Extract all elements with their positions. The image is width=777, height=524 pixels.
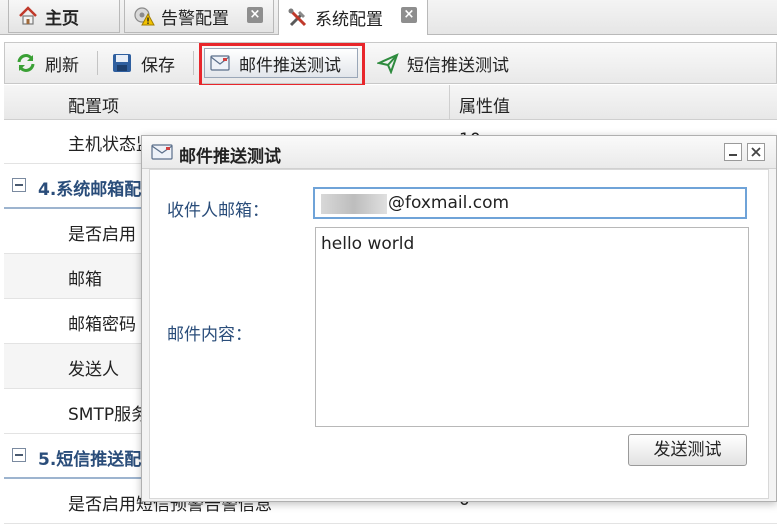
refresh-label: 刷新 [45, 55, 79, 76]
home-icon [17, 5, 39, 27]
toolbar: 刷新 保存 短信推送测试 [4, 42, 777, 84]
tab-bar: 主页 告警配置 × 系统配置 × [0, 0, 777, 35]
refresh-icon [17, 54, 35, 72]
refresh-button[interactable]: 刷新 [15, 49, 79, 77]
row-label: 邮箱 [68, 270, 102, 290]
mail-test-button[interactable]: 邮件推送测试 [204, 48, 358, 78]
row-label: 邮箱密码 [68, 315, 136, 335]
grid-header: 配置项 属性值 [4, 85, 777, 120]
mail-test-label: 邮件推送测试 [239, 55, 341, 76]
tab-alarm-config[interactable]: 告警配置 × [124, 0, 274, 33]
mail-icon [210, 55, 230, 71]
collapse-icon[interactable] [12, 178, 26, 192]
mail-content-textarea[interactable]: hello world [315, 227, 749, 427]
redacted-text [321, 194, 387, 214]
recipient-label: 收件人邮箱： [167, 201, 269, 221]
column-header-name: 配置项 [68, 97, 119, 117]
sms-test-label: 短信推送测试 [407, 55, 509, 76]
warning-gear-icon [133, 5, 155, 27]
tab-system-config-label: 系统配置 [315, 10, 383, 30]
mail-icon [151, 144, 173, 160]
save-icon [113, 54, 131, 72]
toolbar-divider [97, 51, 98, 75]
recipient-email-value: @foxmail.com [388, 193, 510, 213]
minimize-icon[interactable] [724, 143, 742, 161]
row-label: 发送人 [68, 360, 119, 380]
collapse-icon[interactable] [12, 448, 26, 462]
row-label: 是否启用 [68, 225, 136, 245]
dialog-title: 邮件推送测试 [179, 147, 281, 167]
tab-system-config[interactable]: 系统配置 × [278, 0, 428, 35]
close-icon[interactable] [747, 143, 765, 161]
close-icon[interactable]: × [247, 7, 263, 23]
tab-home-label: 主页 [45, 8, 79, 29]
dialog-titlebar[interactable]: 邮件推送测试 [142, 136, 776, 169]
tab-home[interactable]: 主页 [8, 0, 120, 33]
send-arrow-icon [377, 53, 399, 74]
toolbar-divider [193, 51, 194, 75]
save-label: 保存 [141, 55, 175, 76]
sms-test-button[interactable]: 短信推送测试 [377, 49, 509, 77]
tools-icon [287, 7, 309, 29]
column-divider [449, 85, 450, 119]
column-header-value: 属性值 [459, 97, 510, 117]
close-icon[interactable]: × [401, 7, 417, 23]
save-button[interactable]: 保存 [111, 49, 175, 77]
content-label: 邮件内容： [167, 325, 252, 345]
mail-content-value: hello world [321, 234, 415, 254]
tab-alarm-config-label: 告警配置 [161, 8, 229, 29]
send-test-button[interactable]: 发送测试 [628, 434, 747, 466]
